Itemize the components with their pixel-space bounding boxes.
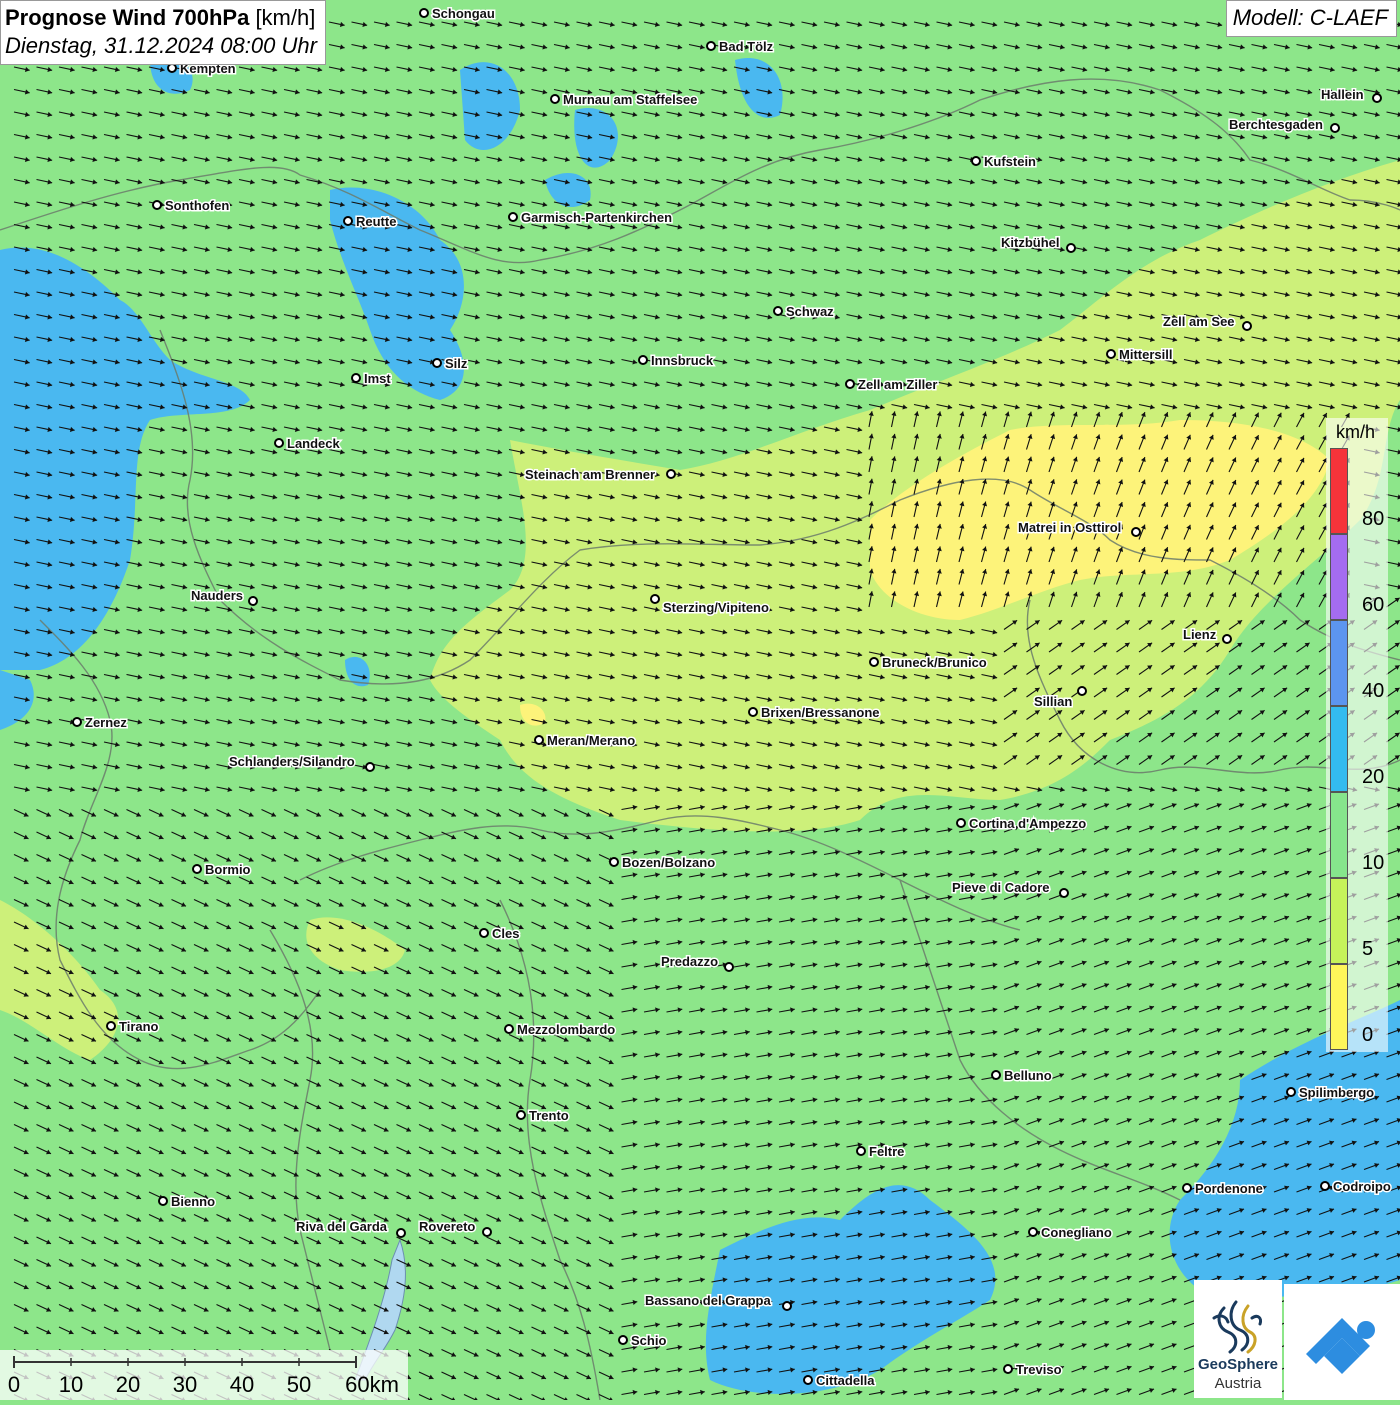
wind-map: SchongauBad TölzKemptenMurnau am Staffel… <box>0 0 1400 1400</box>
